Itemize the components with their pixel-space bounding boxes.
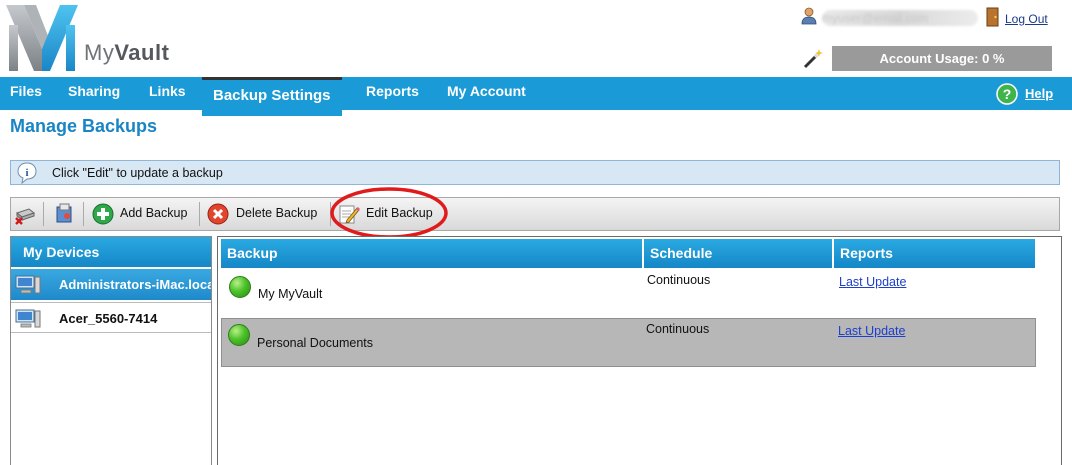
nav-files[interactable]: Files xyxy=(10,77,42,110)
status-ok-icon xyxy=(228,324,250,346)
user-icon xyxy=(801,7,817,25)
logout-door-icon[interactable] xyxy=(985,7,1001,27)
nav-my-account[interactable]: My Account xyxy=(447,77,526,110)
nav-links[interactable]: Links xyxy=(149,77,186,110)
backup-name: My MyVault xyxy=(258,287,323,301)
nav-sharing[interactable]: Sharing xyxy=(68,77,120,110)
page-title: Manage Backups xyxy=(10,116,158,136)
last-update-link[interactable]: Last Update xyxy=(838,324,905,338)
device-item[interactable]: Administrators-iMac.local xyxy=(11,269,211,300)
nav-backup-settings[interactable]: Backup Settings xyxy=(202,77,342,116)
magic-wand-icon xyxy=(803,49,823,69)
add-backup-button[interactable]: Add Backup xyxy=(120,206,187,220)
nav-reports[interactable]: Reports xyxy=(366,77,419,110)
backup-schedule: Continuous xyxy=(646,322,710,336)
account-usage-bar: Account Usage: 0 % xyxy=(832,46,1052,71)
toolbar-separator xyxy=(43,202,44,226)
backup-schedule: Continuous xyxy=(647,273,711,287)
help-icon[interactable]: ? xyxy=(996,83,1018,105)
column-header-schedule: Schedule xyxy=(644,239,832,268)
user-email: myuser@email.com xyxy=(822,10,978,26)
highlight-circle-annotation xyxy=(330,187,448,239)
logout-link[interactable]: Log Out xyxy=(1005,12,1048,26)
devices-header: My Devices xyxy=(11,237,211,267)
svg-text:?: ? xyxy=(1003,86,1012,102)
delete-backup-button[interactable]: Delete Backup xyxy=(236,206,317,220)
backup-name: Personal Documents xyxy=(257,336,374,350)
delete-icon[interactable] xyxy=(207,203,229,225)
backup-device-icon[interactable] xyxy=(53,202,75,224)
device-name: Acer_5560-7414 xyxy=(59,311,158,326)
toolbar-separator xyxy=(83,202,84,226)
brand-name: MyVault xyxy=(84,40,170,65)
computer-icon xyxy=(15,275,41,294)
table-row[interactable] xyxy=(221,269,1036,317)
info-text: Click "Edit" to update a backup xyxy=(52,166,223,180)
add-icon[interactable] xyxy=(92,203,114,225)
device-item[interactable]: Acer_5560-7414 xyxy=(11,302,211,333)
last-update-link[interactable]: Last Update xyxy=(839,275,906,289)
column-header-reports: Reports xyxy=(834,239,1035,268)
column-header-backup: Backup xyxy=(221,239,642,268)
help-link[interactable]: Help xyxy=(1025,86,1053,101)
status-ok-icon xyxy=(229,276,251,298)
myvault-logo-icon xyxy=(6,5,78,71)
svg-text:i: i xyxy=(25,167,28,179)
toolbar-separator xyxy=(199,202,200,226)
remove-device-icon[interactable] xyxy=(14,203,36,225)
device-name: Administrators-iMac.local xyxy=(59,277,211,292)
computer-icon xyxy=(15,309,41,328)
info-icon: i xyxy=(17,162,37,184)
